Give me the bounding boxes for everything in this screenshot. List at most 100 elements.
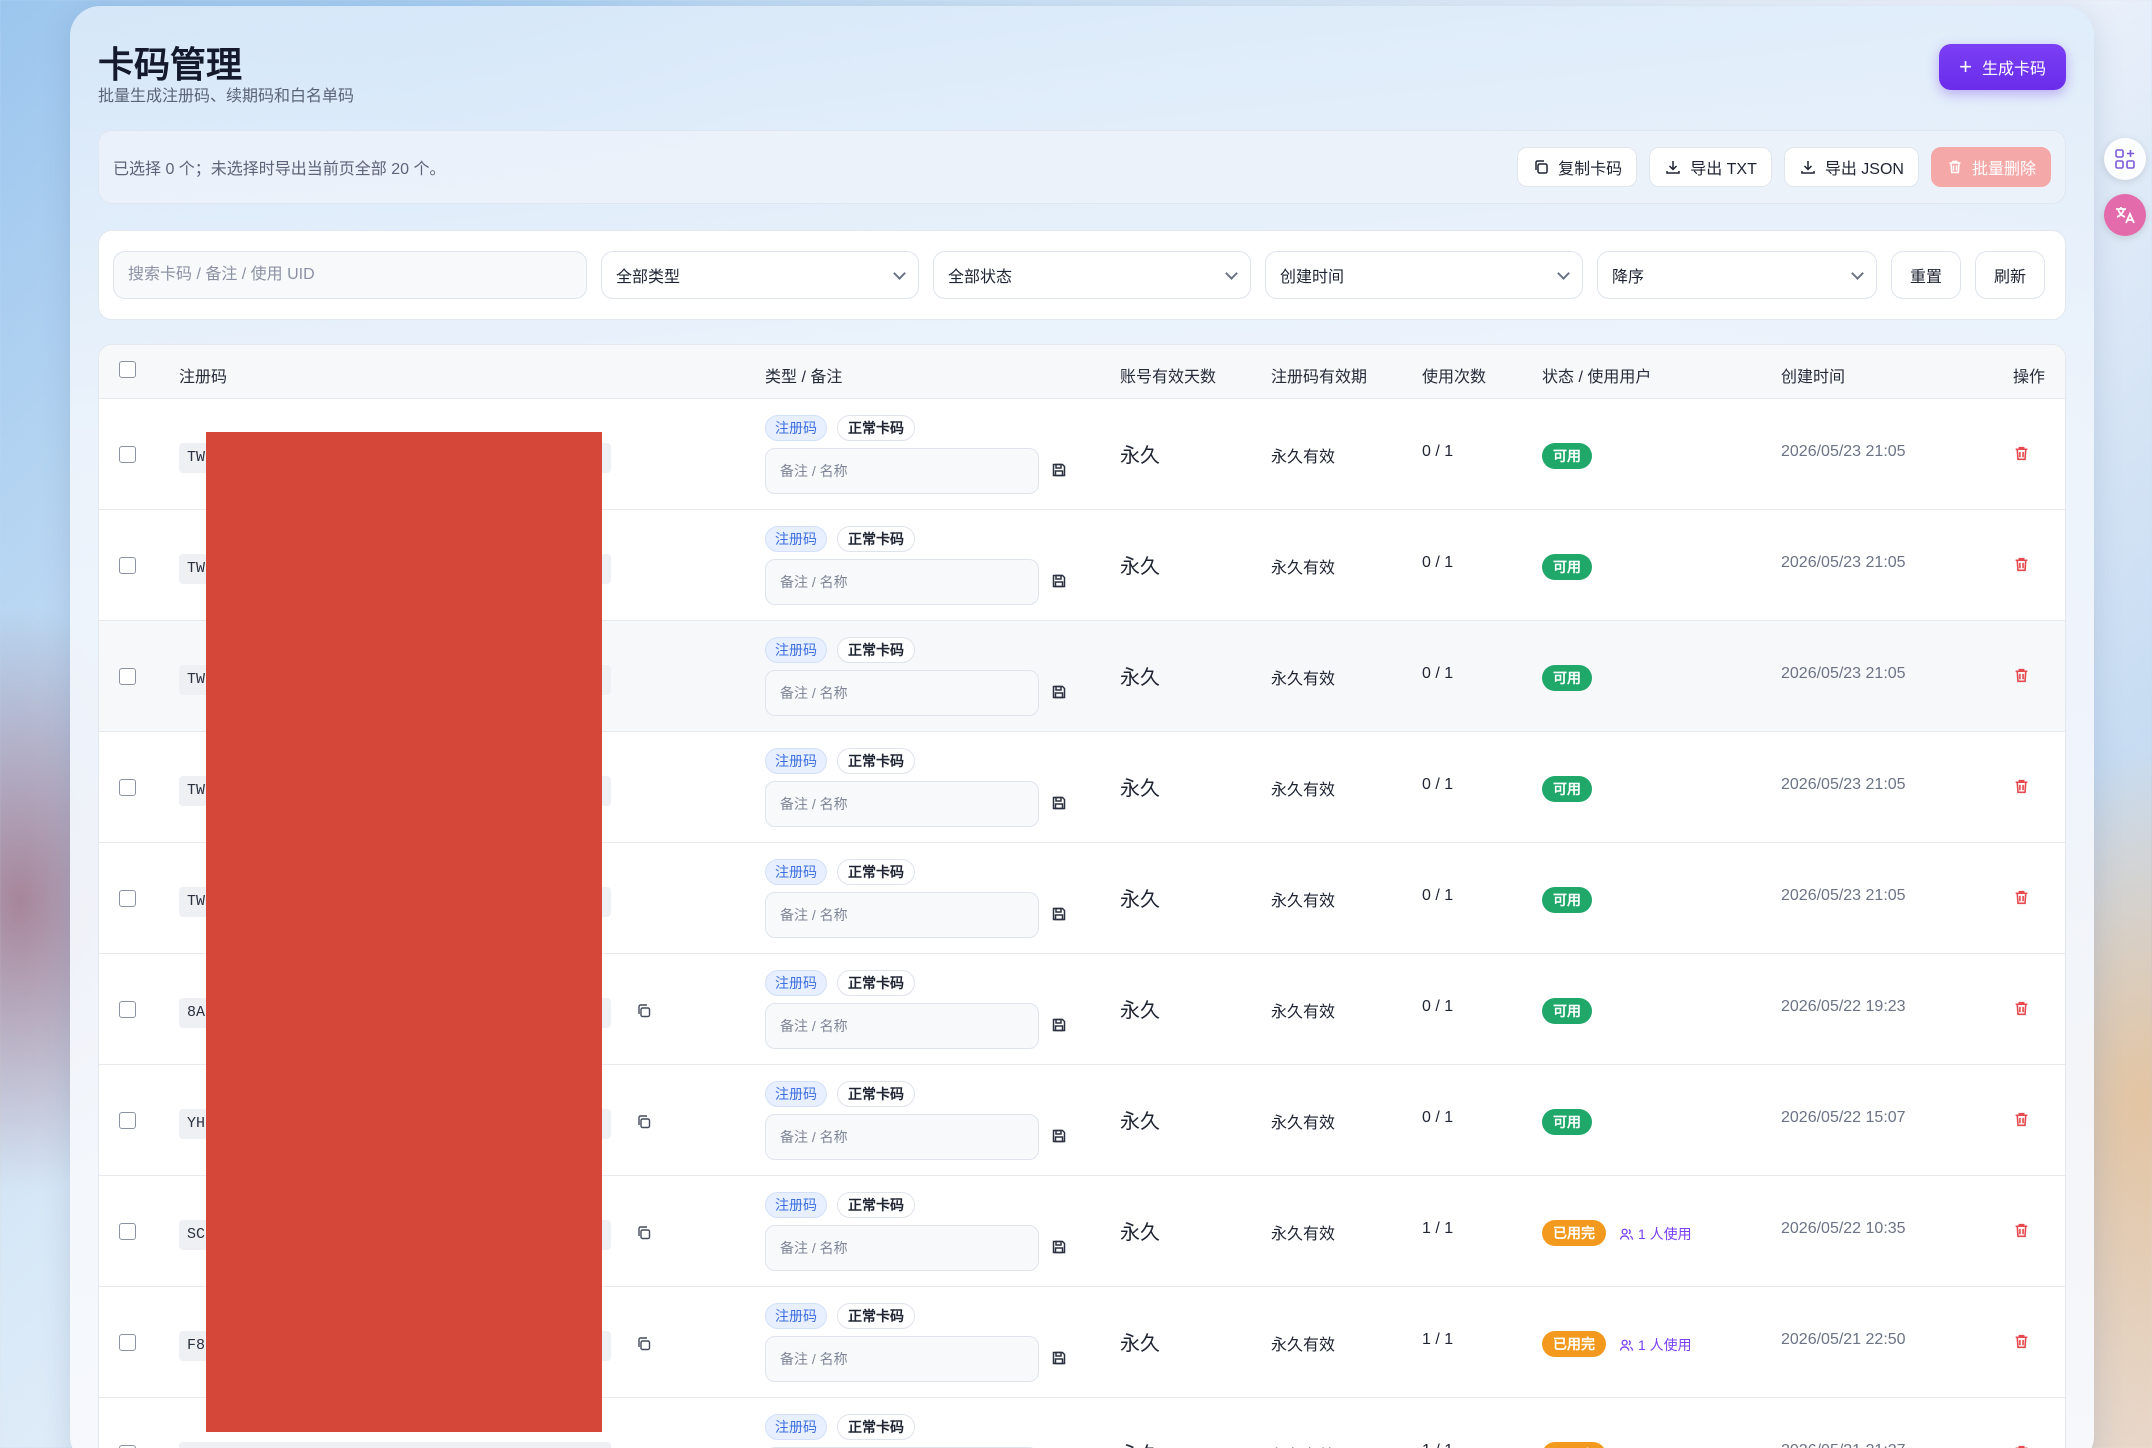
row-checkbox[interactable] bbox=[119, 890, 136, 907]
row-checkbox[interactable] bbox=[119, 668, 136, 685]
trash-icon[interactable] bbox=[2013, 1222, 2030, 1244]
status-badge: 可用 bbox=[1542, 887, 1592, 913]
note-input[interactable] bbox=[765, 1114, 1039, 1160]
status-badge: 可用 bbox=[1542, 443, 1592, 469]
trash-icon[interactable] bbox=[2013, 1111, 2030, 1133]
users-icon bbox=[1619, 1228, 1634, 1240]
kind-tag: 正常卡码 bbox=[837, 415, 915, 441]
save-icon[interactable] bbox=[1051, 573, 1067, 594]
trash-icon[interactable] bbox=[2013, 778, 2030, 800]
header-status-user: 状态 / 使用用户 bbox=[1542, 369, 1652, 386]
translate-button[interactable] bbox=[2104, 194, 2146, 236]
account-days: 永久 bbox=[1120, 556, 1160, 578]
save-icon[interactable] bbox=[1051, 684, 1067, 705]
copy-icon[interactable] bbox=[636, 1336, 652, 1357]
select-all-checkbox[interactable] bbox=[119, 361, 136, 378]
download-icon bbox=[1799, 158, 1817, 176]
copy-icon[interactable] bbox=[636, 1003, 652, 1024]
users-count: 1 人使用 bbox=[1638, 1337, 1692, 1353]
created-time: 2026/05/22 15:07 bbox=[1781, 1109, 1906, 1126]
copy-icon[interactable] bbox=[636, 1225, 652, 1246]
save-icon[interactable] bbox=[1051, 1239, 1067, 1260]
copy-icon[interactable] bbox=[636, 1114, 652, 1135]
note-input[interactable] bbox=[765, 670, 1039, 716]
sort-order-select[interactable]: 降序 bbox=[1597, 251, 1877, 299]
refresh-button[interactable]: 刷新 bbox=[1975, 251, 2046, 299]
users-count: 1 人使用 bbox=[1638, 1226, 1692, 1242]
code-validity: 永久有效 bbox=[1271, 449, 1336, 466]
save-icon[interactable] bbox=[1051, 795, 1067, 816]
note-input[interactable] bbox=[765, 448, 1039, 494]
trash-icon[interactable] bbox=[2013, 1333, 2030, 1355]
kind-tag: 正常卡码 bbox=[837, 637, 915, 663]
kind-tag: 正常卡码 bbox=[837, 1303, 915, 1329]
trash-icon[interactable] bbox=[2013, 1444, 2030, 1448]
save-icon[interactable] bbox=[1051, 1017, 1067, 1038]
code-validity: 永久有效 bbox=[1271, 782, 1336, 799]
header-uses: 使用次数 bbox=[1422, 369, 1487, 386]
trash-icon[interactable] bbox=[2013, 889, 2030, 911]
status-select[interactable]: 全部状态 bbox=[933, 251, 1251, 299]
code-validity: 永久有效 bbox=[1271, 1442, 1335, 1448]
apps-icon bbox=[2115, 149, 2135, 169]
use-count: 0 / 1 bbox=[1422, 998, 1454, 1015]
kind-tag: 正常卡码 bbox=[837, 526, 915, 552]
row-checkbox[interactable] bbox=[119, 1223, 136, 1240]
row-checkbox[interactable] bbox=[119, 779, 136, 796]
type-tag: 注册码 bbox=[765, 859, 827, 885]
save-icon[interactable] bbox=[1051, 1128, 1067, 1149]
row-checkbox[interactable] bbox=[119, 1334, 136, 1351]
selection-bar: 已选择 0 个；未选择时导出当前页全部 20 个。 复制卡码 导出 TXT 导出… bbox=[98, 130, 2066, 204]
users-link[interactable]: 1 人使用 bbox=[1619, 1224, 1692, 1244]
translate-icon bbox=[2116, 207, 2135, 224]
export-txt-button[interactable]: 导出 TXT bbox=[1649, 147, 1772, 187]
export-json-button[interactable]: 导出 JSON bbox=[1783, 147, 1919, 187]
kind-tag: 正常卡码 bbox=[837, 748, 915, 774]
status-badge: 可用 bbox=[1542, 1109, 1592, 1135]
trash-icon[interactable] bbox=[2013, 445, 2030, 467]
save-icon[interactable] bbox=[1051, 462, 1067, 483]
type-select[interactable]: 全部类型 bbox=[601, 251, 919, 299]
note-input[interactable] bbox=[765, 892, 1039, 938]
note-input[interactable] bbox=[765, 1225, 1039, 1271]
save-icon[interactable] bbox=[1051, 1350, 1067, 1371]
floating-tools bbox=[2104, 138, 2146, 236]
chevron-down-icon bbox=[1851, 266, 1864, 280]
row-checkbox[interactable] bbox=[119, 557, 136, 574]
apps-button[interactable] bbox=[2104, 138, 2146, 180]
code-validity: 永久有效 bbox=[1271, 560, 1336, 577]
note-input[interactable] bbox=[765, 559, 1039, 605]
header-actions: 操作 bbox=[2013, 369, 2046, 386]
generate-code-button[interactable]: + 生成卡码 bbox=[1939, 44, 2066, 90]
trash-icon[interactable] bbox=[2013, 556, 2030, 578]
note-input[interactable] bbox=[765, 1336, 1039, 1382]
type-tag: 注册码 bbox=[765, 1303, 827, 1329]
status-badge: 已用完 bbox=[1542, 1442, 1606, 1448]
row-checkbox[interactable] bbox=[119, 1112, 136, 1129]
note-input[interactable] bbox=[765, 1003, 1039, 1049]
row-checkbox[interactable] bbox=[119, 446, 136, 463]
copy-codes-button[interactable]: 复制卡码 bbox=[1517, 147, 1638, 187]
header-created: 创建时间 bbox=[1781, 369, 1846, 386]
batch-delete-button[interactable]: 批量删除 bbox=[1930, 147, 2051, 187]
trash-icon[interactable] bbox=[2013, 667, 2030, 689]
save-icon[interactable] bbox=[1051, 906, 1067, 927]
trash-icon[interactable] bbox=[2013, 1000, 2030, 1022]
note-input[interactable] bbox=[765, 781, 1039, 827]
sort-field-select[interactable]: 创建时间 bbox=[1265, 251, 1583, 299]
code-value: 2FRYM8NLXPQTS5U5UXTKXFU_TWILIGHT_REGISTE… bbox=[179, 1442, 611, 1448]
search-input[interactable] bbox=[113, 251, 587, 299]
use-count: 0 / 1 bbox=[1422, 443, 1454, 460]
created-time: 2026/05/22 19:23 bbox=[1781, 998, 1906, 1015]
account-days: 永久 bbox=[1120, 1333, 1160, 1355]
status-badge: 已用完 bbox=[1542, 1220, 1606, 1246]
code-validity: 永久有效 bbox=[1271, 1226, 1336, 1243]
type-tag: 注册码 bbox=[765, 1081, 827, 1107]
reset-button[interactable]: 重置 bbox=[1891, 251, 1962, 299]
users-link[interactable]: 1 人使用 bbox=[1619, 1335, 1692, 1355]
page-title: 卡码管理 bbox=[98, 44, 243, 85]
header-account-days: 账号有效天数 bbox=[1120, 369, 1217, 386]
use-count: 0 / 1 bbox=[1422, 554, 1454, 571]
row-checkbox[interactable] bbox=[119, 1001, 136, 1018]
created-time: 2026/05/21 21:27 bbox=[1781, 1442, 1906, 1448]
